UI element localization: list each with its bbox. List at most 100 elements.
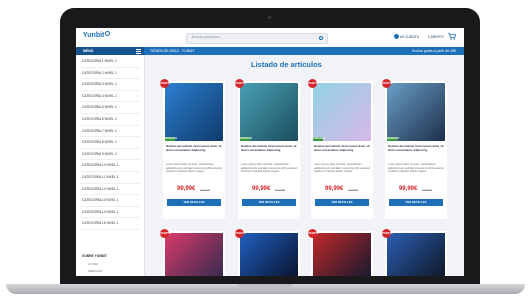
- product-card[interactable]: OFERTA NOVEDAD Nombre del artículo lorem i…: [382, 79, 447, 219]
- product-old-price: 119,99€: [275, 188, 285, 192]
- sidebar-category[interactable]: CATEGORÍA 5 NIVEL 1: [82, 105, 117, 109]
- offer-badge: OFERTA: [308, 79, 318, 88]
- sidebar-category[interactable]: CATEGORÍA 8 NIVEL 1: [82, 140, 117, 144]
- user-icon[interactable]: [394, 34, 399, 39]
- product-image[interactable]: [387, 83, 445, 141]
- sidebar-category[interactable]: CATEGORÍA 9 NIVEL 1: [82, 152, 117, 156]
- divider: [80, 182, 140, 184]
- product-card[interactable]: OFERTA NOVEDAD Nombre del artículo lorem i…: [235, 79, 300, 219]
- nav-bar: MENÚ TIENDA DE ARAS · YUNBIT Envíos grat…: [76, 47, 464, 55]
- sidebar-category[interactable]: CATEGORÍA 15 NIVEL 1: [82, 221, 119, 225]
- product-card[interactable]: OFERTA: [382, 229, 447, 276]
- product-description: Lorem ipsum dolor sit amet, consectetuer…: [314, 163, 370, 173]
- search-input[interactable]: Buscar productos...: [186, 33, 328, 44]
- cart-link[interactable]: CARRITO: [428, 35, 444, 39]
- search-icon[interactable]: [319, 35, 323, 40]
- product-card[interactable]: OFERTA: [235, 229, 300, 276]
- product-name[interactable]: Nombre del artículo lorem ipsum dolor si…: [166, 144, 222, 153]
- page-title: Listado de artículos: [251, 60, 322, 69]
- sidebar-category[interactable]: CATEGORÍA 2 NIVEL 1: [82, 71, 117, 75]
- sidebar-category[interactable]: CATEGORÍA 12 NIVEL 1: [82, 187, 119, 191]
- divider: [80, 147, 140, 149]
- divider: [80, 78, 140, 80]
- offer-badge: OFERTA: [382, 229, 392, 238]
- view-details-button[interactable]: VER DETALLES: [242, 199, 296, 206]
- product-image[interactable]: [313, 83, 371, 141]
- divider: [80, 101, 140, 103]
- product-name[interactable]: Nombre del artículo lorem ipsum dolor si…: [388, 144, 444, 153]
- product-image[interactable]: [240, 233, 298, 276]
- divider: [80, 136, 140, 138]
- sidebar-category[interactable]: CATEGORÍA 10 NIVEL 1: [82, 163, 119, 167]
- divider: [80, 159, 140, 161]
- sidebar-category[interactable]: CATEGORÍA 6 NIVEL 1: [82, 117, 117, 121]
- new-badge: NOVEDAD: [240, 137, 252, 141]
- offer-badge: OFERTA: [235, 79, 245, 88]
- offer-badge: OFERTA: [382, 79, 392, 88]
- product-image[interactable]: [165, 233, 223, 276]
- divider: [80, 194, 140, 196]
- offer-badge: OFERTA: [235, 229, 245, 238]
- screen: Yunbit Buscar productos... MI CUENTA CAR…: [76, 28, 464, 276]
- sidebar-category[interactable]: CATEGORÍA 1 NIVEL 1: [82, 59, 117, 63]
- offer-badge: OFERTA: [160, 229, 170, 238]
- camera-icon: [268, 16, 271, 19]
- laptop-notch: [238, 284, 293, 288]
- product-image[interactable]: [313, 233, 371, 276]
- cart-icon[interactable]: [448, 33, 456, 40]
- divider: [80, 205, 140, 207]
- offer-badge: OFERTA: [160, 79, 170, 88]
- product-name[interactable]: Nombre del artículo lorem ipsum dolor si…: [314, 144, 370, 153]
- about-title: SOBRE YUNBIT: [82, 254, 107, 258]
- search-placeholder: Buscar productos...: [192, 35, 223, 39]
- sidebar-category[interactable]: CATEGORÍA 7 NIVEL 1: [82, 129, 117, 133]
- product-image[interactable]: [165, 83, 223, 141]
- new-badge: NOVEDAD: [313, 137, 325, 141]
- breadcrumb[interactable]: TIENDA DE ARAS · YUNBIT: [150, 49, 195, 53]
- product-price: 99,99€: [399, 186, 418, 192]
- view-details-button[interactable]: VER DETALLES: [167, 199, 221, 206]
- about-link[interactable]: GARANTÍA: [88, 275, 103, 276]
- product-price: 99,99€: [252, 186, 271, 192]
- logo-mark-icon: [105, 31, 110, 36]
- product-price: 99,99€: [177, 186, 196, 192]
- sidebar-category[interactable]: CATEGORÍA 3 NIVEL 1: [82, 82, 117, 86]
- offer-badge: OFERTA: [308, 229, 318, 238]
- sidebar-category[interactable]: CATEGORÍA 11 NIVEL 1: [82, 175, 118, 179]
- about-link[interactable]: AYUDA: [88, 262, 98, 266]
- shipping-notice: Envíos gratis a partir de 49€: [412, 48, 456, 53]
- product-image[interactable]: [387, 233, 445, 276]
- divider: [80, 170, 140, 172]
- divider: [80, 124, 140, 126]
- product-card[interactable]: OFERTA NOVEDAD Nombre del artículo lorem i…: [308, 79, 373, 219]
- category-sidebar: SOBRE YUNBIT CATEGORÍA 1 NIVEL 1 CATEGORÍ…: [76, 55, 145, 276]
- product-description: Lorem ipsum dolor sit amet, consectetuer…: [241, 163, 297, 173]
- sidebar-category[interactable]: CATEGORÍA 14 NIVEL 1: [82, 210, 119, 214]
- product-card[interactable]: OFERTA: [308, 229, 373, 276]
- product-description: Lorem ipsum dolor sit amet, consectetuer…: [388, 163, 444, 173]
- divider: [80, 89, 140, 91]
- menu-label[interactable]: MENÚ: [83, 49, 93, 53]
- hamburger-icon[interactable]: [136, 48, 141, 54]
- divider: [80, 66, 140, 68]
- logo[interactable]: Yunbit: [83, 32, 104, 39]
- new-badge: NOVEDAD: [165, 137, 177, 141]
- sidebar-category[interactable]: CATEGORÍA 4 NIVEL 1: [82, 94, 117, 98]
- view-details-button[interactable]: VER DETALLES: [315, 199, 369, 206]
- product-card[interactable]: OFERTA NOVEDAD Nombre del artículo lorem i…: [160, 79, 225, 219]
- account-link[interactable]: MI CUENTA: [400, 35, 419, 39]
- divider: [80, 217, 140, 219]
- about-link[interactable]: SERVICIO: [88, 269, 102, 273]
- product-image[interactable]: [240, 83, 298, 141]
- product-old-price: 119,99€: [200, 188, 210, 192]
- sidebar-category[interactable]: CATEGORÍA 13 NIVEL 1: [82, 198, 119, 202]
- divider: [80, 228, 140, 230]
- view-details-button[interactable]: VER DETALLES: [389, 199, 443, 206]
- new-badge: NOVEDAD: [387, 137, 399, 141]
- product-card[interactable]: OFERTA: [160, 229, 225, 276]
- site-header: Yunbit Buscar productos... MI CUENTA CAR…: [76, 28, 464, 47]
- divider: [80, 112, 140, 114]
- product-name[interactable]: Nombre del artículo lorem ipsum dolor si…: [241, 144, 297, 153]
- product-description: Lorem ipsum dolor sit amet, consectetuer…: [166, 163, 222, 173]
- product-old-price: 119,99€: [422, 188, 432, 192]
